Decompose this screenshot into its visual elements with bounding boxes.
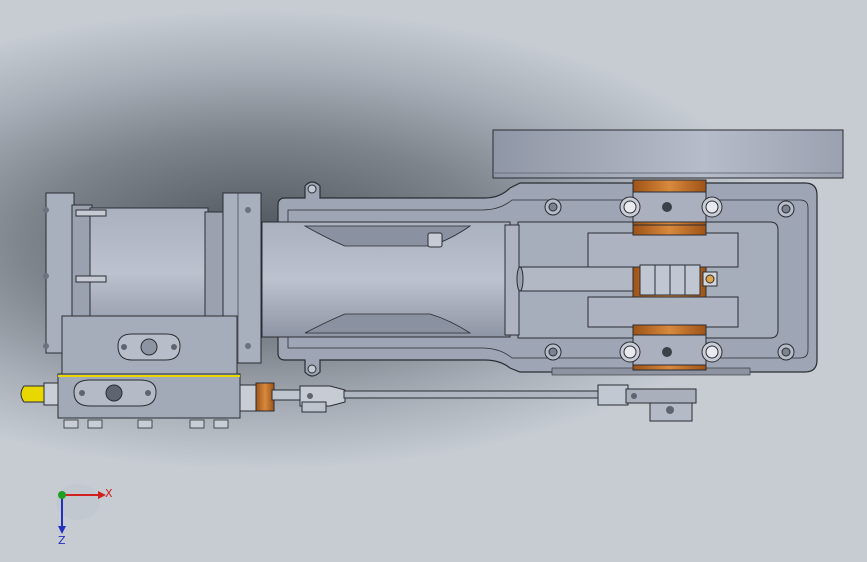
- y-axis-arrow: [58, 491, 66, 499]
- x-axis-label: X: [105, 487, 113, 500]
- z-axis-label: Z: [58, 534, 66, 547]
- cad-viewport[interactable]: X Z: [0, 0, 867, 562]
- yellow-end-cap[interactable]: [20, 382, 59, 406]
- guide-tube[interactable]: [261, 221, 520, 338]
- coordinate-triad: X Z: [56, 484, 113, 547]
- flywheel[interactable]: [492, 129, 844, 179]
- z-axis-arrowhead: [58, 526, 66, 534]
- piston-rod[interactable]: [516, 266, 639, 292]
- valve-rod[interactable]: [239, 382, 697, 422]
- valve-chest[interactable]: [57, 315, 241, 429]
- steam-engine-model[interactable]: [0, 0, 867, 562]
